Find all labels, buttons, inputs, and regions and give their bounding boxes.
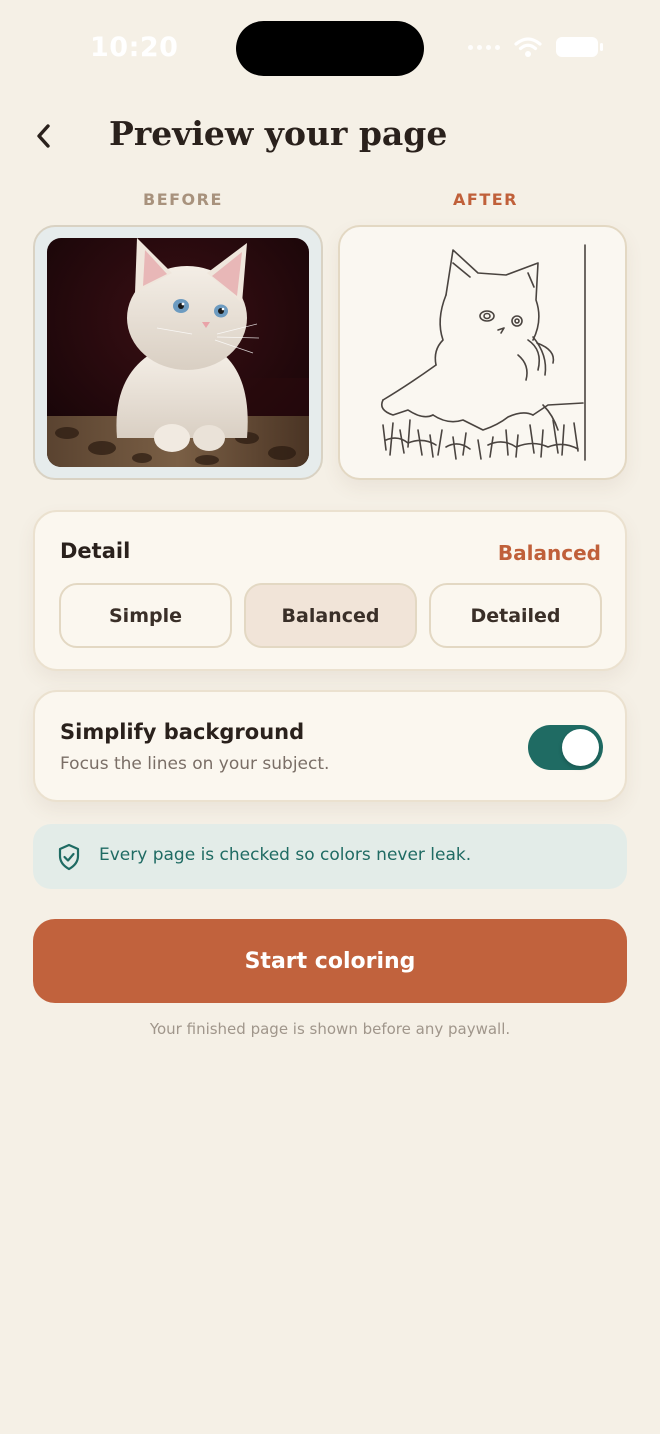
- color-leak-notice: Every page is checked so colors never le…: [33, 824, 627, 889]
- paywall-footnote: Your finished page is shown before any p…: [149, 1020, 511, 1038]
- chevron-left-icon: [37, 124, 50, 148]
- simplify-background-toggle[interactable]: [528, 725, 603, 770]
- battery-icon: [556, 37, 603, 57]
- detail-title: Detail: [60, 539, 131, 563]
- status-icons: [468, 36, 603, 58]
- detail-option-balanced[interactable]: Balanced: [244, 583, 417, 648]
- notice-text: Every page is checked so colors never le…: [99, 845, 472, 865]
- simplify-title: Simplify background: [60, 720, 305, 744]
- before-card: [33, 225, 323, 480]
- detail-card: Detail Balanced Simple Balanced Detailed: [33, 510, 627, 671]
- toggle-knob: [562, 729, 599, 766]
- status-time: 10:20: [90, 32, 179, 63]
- preview-screen: 10:20 Preview your page BEFORE AFTER Det…: [0, 0, 660, 1434]
- before-label: BEFORE: [143, 190, 223, 209]
- after-card: [338, 225, 627, 480]
- line-art-preview: [380, 244, 586, 461]
- page-title: Preview your page: [109, 114, 448, 153]
- after-label: AFTER: [453, 190, 518, 209]
- cellular-signal-icon: [468, 44, 500, 50]
- detail-option-simple[interactable]: Simple: [59, 583, 232, 648]
- dynamic-island: [236, 21, 424, 76]
- detail-option-detailed[interactable]: Detailed: [429, 583, 602, 648]
- kitten-photo: [47, 238, 309, 467]
- start-coloring-button[interactable]: Start coloring: [33, 919, 627, 1003]
- shield-check-icon: [58, 843, 80, 871]
- detail-selected-value: Balanced: [497, 541, 601, 565]
- back-button[interactable]: [24, 114, 64, 158]
- wifi-icon: [514, 37, 542, 57]
- simplify-subtitle: Focus the lines on your subject.: [60, 754, 330, 774]
- simplify-background-card: Simplify background Focus the lines on y…: [33, 690, 627, 802]
